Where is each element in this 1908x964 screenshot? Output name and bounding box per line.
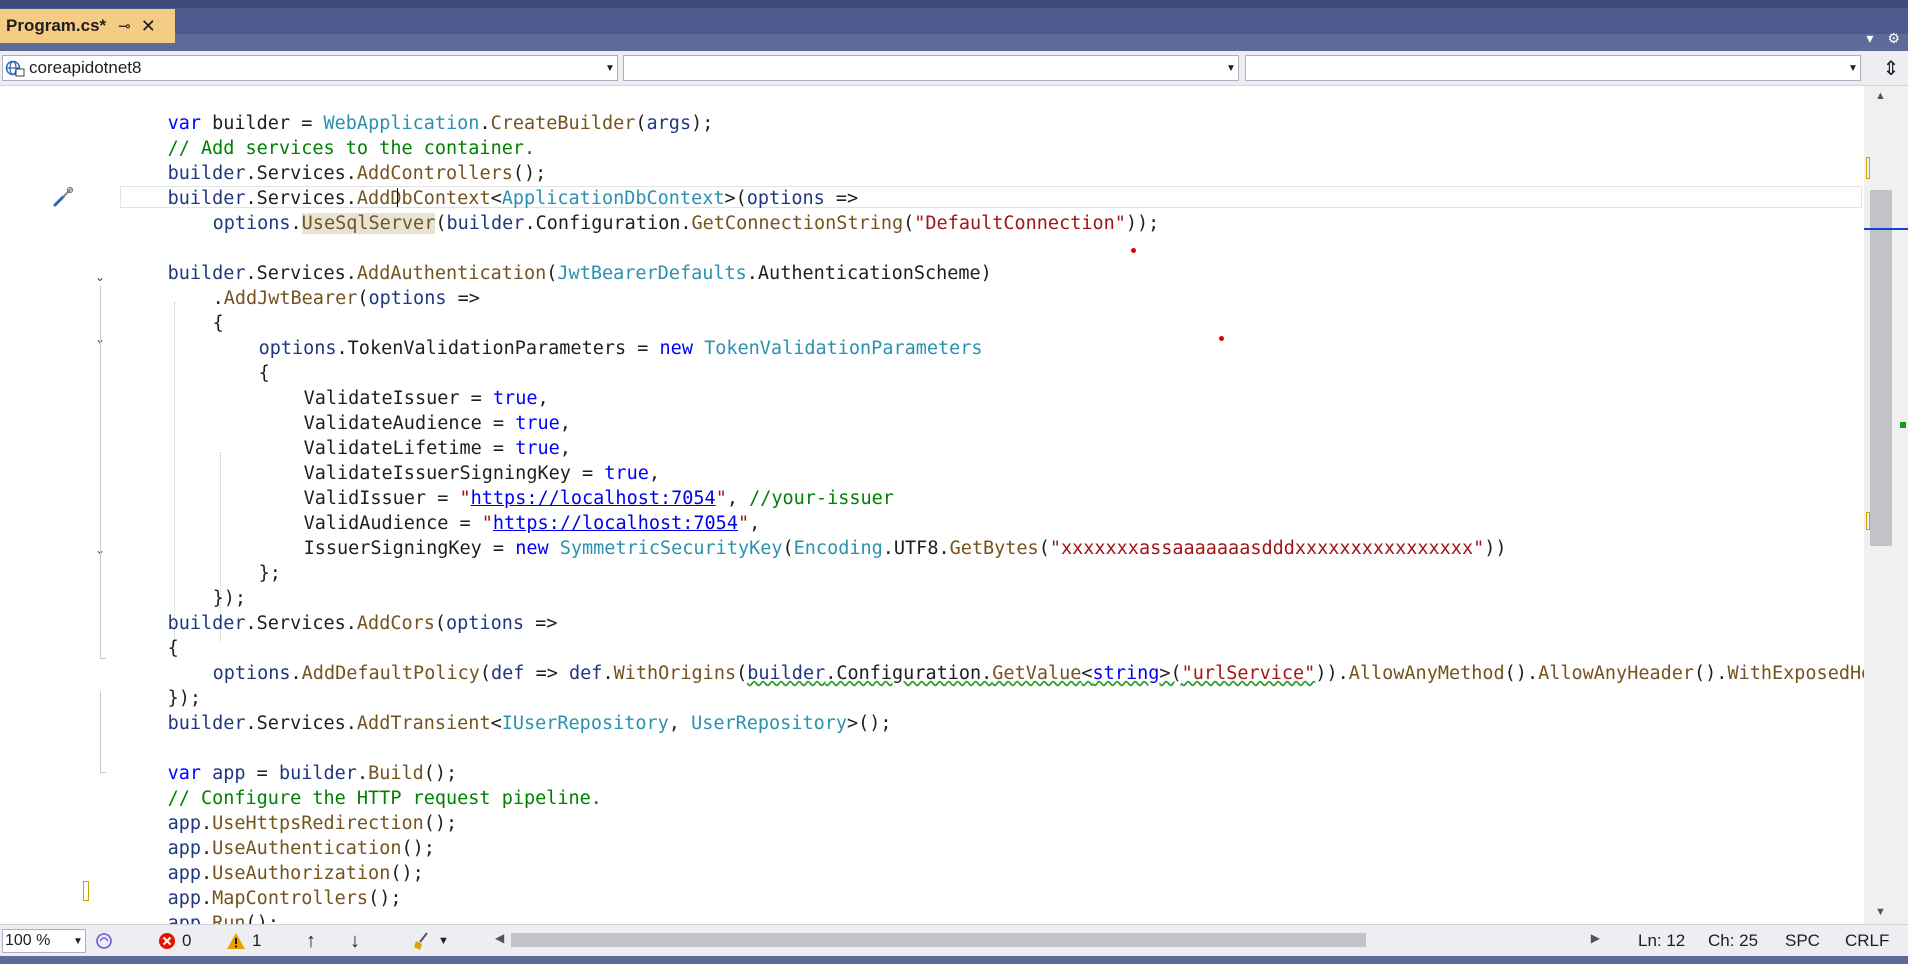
scroll-right-icon[interactable]: ▶ [1591,931,1600,945]
collapse-chevron-icon[interactable]: ⌄ [93,270,107,284]
code-line[interactable]: app.UseAuthorization(); [123,836,424,884]
quick-actions-icon[interactable] [52,186,74,208]
pin-icon[interactable]: ⊸ [118,17,131,35]
document-tab-strip: ▾ ⚙ [0,0,1908,46]
code-line[interactable]: app.MapControllers(); [123,861,402,909]
warning-icon [227,933,245,949]
text-caret [397,188,398,207]
horizontal-scrollbar-thumb[interactable] [511,933,1366,947]
warning-count[interactable]: 1 [226,925,261,957]
code-line[interactable]: }); [168,561,246,609]
code-cleanup-button[interactable]: ▼ [412,925,449,957]
error-count[interactable]: 0 [158,925,191,957]
code-line[interactable]: }; [214,536,281,584]
scroll-down-icon[interactable]: ▼ [1875,906,1886,918]
member-dropdown[interactable]: ▼ [1245,55,1861,81]
code-line[interactable]: .AddJwtBearer(options => [168,261,480,309]
code-line[interactable]: ValidateAudience = true, [259,386,571,434]
broom-icon [414,932,428,950]
tab-title: Program.cs* [6,16,107,35]
whitespace-mode[interactable]: SPC [1785,925,1820,957]
split-window-button[interactable]: ⇕ [1878,55,1904,81]
saved-change-marker [1900,422,1906,428]
code-line[interactable]: }); [123,661,201,709]
code-line[interactable]: builder.Services.AddTransient<IUserRepos… [123,686,892,734]
gear-icon[interactable]: ⚙ [1887,30,1900,47]
window-bottom-border [0,956,1908,964]
code-line[interactable]: builder.Services.AddDbContext<Applicatio… [123,161,859,209]
close-icon[interactable]: ✕ [141,16,156,37]
project-globe-icon [5,60,25,77]
line-ending-mode[interactable]: CRLF [1845,925,1889,957]
scroll-left-icon[interactable]: ◀ [495,931,504,945]
tab-program-cs[interactable]: Program.cs* ⊸ ✕ [0,9,175,43]
code-line[interactable]: options.TokenValidationParameters = new … [214,311,983,359]
code-line[interactable]: app.Run(); [123,886,279,924]
project-name: coreapidotnet8 [29,58,142,77]
next-issue-button[interactable]: ↓ [350,925,360,957]
chevron-down-icon: ▼ [605,62,615,74]
change-marker [1866,157,1870,179]
caret-position-marker [1864,228,1908,230]
zoom-dropdown[interactable]: 100 % ▼ [2,929,86,953]
code-line[interactable]: var app = builder.Build(); [123,736,458,784]
navigation-bar: coreapidotnet8 ▼ ▼ ▼ ⇕ [0,51,1908,86]
code-line-current[interactable]: options.UseSqlServer(builder.Configurati… [168,186,1159,234]
code-line[interactable]: builder.Services.AddCors(options => [123,586,558,634]
code-line[interactable]: ValidateIssuerSigningKey = true, [259,436,660,484]
code-line[interactable]: ValidIssuer = "https://localhost:7054", … [259,461,894,509]
code-line[interactable]: // Add services to the container. [123,111,536,159]
code-line[interactable]: ValidAudience = "https://localhost:7054"… [259,486,761,534]
code-line[interactable]: { [123,611,179,659]
chevron-down-icon: ▼ [1848,62,1858,74]
breakpoint-hint-dot [1219,336,1224,341]
fold-region-line [100,286,101,658]
code-line[interactable]: builder.Services.AddControllers(); [123,136,547,184]
code-line[interactable]: // Configure the HTTP request pipeline. [123,761,602,809]
scroll-up-icon[interactable]: ▲ [1875,90,1886,102]
scrollbar-thumb[interactable] [1870,190,1892,546]
breakpoint-hint-dot [1131,248,1136,253]
code-line[interactable]: { [168,286,224,334]
code-line[interactable]: ValidateLifetime = true, [259,411,571,459]
fold-region-end [100,772,106,773]
intellicode-icon[interactable] [94,925,114,957]
error-count-value: 0 [182,931,192,950]
fold-region-end [100,658,106,659]
horizontal-scrollbar[interactable]: ◀ ▶ [495,930,1600,950]
column-number[interactable]: Ch: 25 [1708,925,1758,957]
warning-count-value: 1 [252,931,262,950]
chevron-down-icon: ▼ [1226,62,1236,74]
zoom-level: 100 % [5,932,51,949]
type-dropdown[interactable]: ▼ [623,55,1239,81]
previous-issue-button[interactable]: ↑ [306,925,316,957]
tab-strip-actions: ▾ ⚙ [1866,30,1900,47]
line-number[interactable]: Ln: 12 [1638,925,1685,957]
chevron-down-icon: ▼ [73,935,83,947]
vertical-scrollbar[interactable]: ▲ ▼ [1864,86,1908,924]
code-line[interactable]: app.UseHttpsRedirection(); [123,786,458,834]
project-dropdown[interactable]: coreapidotnet8 ▼ [2,55,618,81]
tab-dropdown-icon[interactable]: ▾ [1866,30,1873,47]
chevron-down-icon: ▼ [438,935,449,947]
error-icon [159,933,175,949]
change-tracking-mark [83,881,89,901]
code-line[interactable]: app.UseAuthentication(); [123,811,435,859]
code-line[interactable]: options.AddDefaultPolicy(def => def.With… [168,636,1864,684]
code-line[interactable]: ValidateIssuer = true, [259,361,549,409]
change-marker [1866,512,1870,530]
code-line[interactable]: { [214,336,270,384]
code-line[interactable]: var builder = WebApplication.CreateBuild… [123,86,714,134]
fold-region-line [100,692,101,772]
code-editor[interactable]: ⌄ ⌄ ⌄ var builder = WebApplication.Creat… [0,86,1864,924]
code-line[interactable]: builder.Services.AddAuthentication(JwtBe… [123,236,992,284]
code-line[interactable]: IssuerSigningKey = new SymmetricSecurity… [259,511,1507,559]
